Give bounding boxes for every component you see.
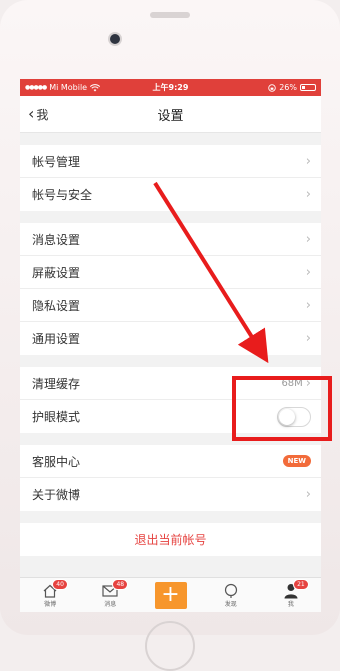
- row-label: 消息设置: [32, 232, 81, 247]
- row-label: 清理缓存: [32, 376, 81, 391]
- chevron-right-icon: ›: [305, 487, 311, 502]
- battery-icon: [300, 84, 316, 91]
- tab-messages[interactable]: 48 消息: [80, 578, 140, 612]
- chevron-right-icon: ›: [305, 297, 311, 313]
- eye-protection-toggle[interactable]: [277, 406, 311, 427]
- tab-compose[interactable]: +: [140, 578, 200, 612]
- new-badge: NEW: [282, 455, 311, 467]
- page-title: 设置: [157, 108, 184, 124]
- signal-strength-icon: ●●●●●: [25, 84, 47, 91]
- row-label: 帐号与安全: [32, 188, 93, 202]
- tab-label: 我: [287, 600, 294, 608]
- tab-label: 发现: [224, 600, 237, 608]
- battery-percent: 26%: [279, 83, 297, 92]
- phone-frame: ●●●●● Mi Mobile 上午9:29 26% ‹ 我 设置 帐号管理 ›…: [0, 0, 340, 671]
- settings-row-about[interactable]: 关于微博 ›: [20, 478, 321, 511]
- tab-me[interactable]: 21 我: [261, 578, 321, 612]
- tab-badge: 40: [52, 579, 69, 590]
- phone-screen: ●●●●● Mi Mobile 上午9:29 26% ‹ 我 设置 帐号管理 ›…: [20, 79, 321, 612]
- row-label: 关于微博: [32, 488, 81, 502]
- row-label: 隐私设置: [32, 298, 81, 313]
- home-button[interactable]: [145, 621, 195, 671]
- settings-row-clear-cache[interactable]: 清理缓存 68M ›: [20, 367, 321, 400]
- settings-row-privacy[interactable]: 隐私设置 ›: [20, 289, 321, 322]
- account-section: 帐号管理 › 帐号与安全 ›: [20, 145, 321, 211]
- chevron-right-icon: ›: [305, 264, 311, 280]
- toggle-knob: [279, 408, 295, 425]
- settings-row-account-management[interactable]: 帐号管理 ›: [20, 145, 321, 178]
- lock-rotation-icon: [268, 83, 276, 92]
- settings-row-account-security[interactable]: 帐号与安全 ›: [20, 178, 321, 211]
- tab-label: 微博: [44, 600, 57, 608]
- chevron-right-icon: ›: [305, 153, 311, 169]
- storage-section: 清理缓存 68M › 护眼模式: [20, 367, 321, 433]
- row-label: 护眼模式: [32, 410, 81, 424]
- chevron-right-icon: ›: [305, 187, 311, 202]
- tab-badge: 48: [112, 579, 129, 590]
- carrier-name: Mi Mobile: [49, 83, 88, 92]
- settings-row-customer-service[interactable]: 客服中心 NEW: [20, 445, 321, 478]
- chevron-right-icon: ›: [305, 375, 311, 391]
- tab-discover[interactable]: 发现: [201, 578, 261, 612]
- row-label: 客服中心: [32, 454, 81, 469]
- tab-badge: 21: [292, 579, 309, 590]
- back-button[interactable]: ‹ 我: [20, 106, 48, 123]
- battery-level: [302, 86, 305, 89]
- back-label: 我: [36, 107, 49, 122]
- wifi-icon: [90, 83, 101, 91]
- support-section: 客服中心 NEW 关于微博 ›: [20, 445, 321, 511]
- plus-icon: +: [154, 581, 187, 609]
- chevron-right-icon: ›: [305, 231, 311, 247]
- logout-button[interactable]: 退出当前帐号: [20, 523, 321, 556]
- settings-row-block[interactable]: 屏蔽设置 ›: [20, 256, 321, 289]
- chevron-left-icon: ‹: [28, 104, 35, 123]
- settings-row-message[interactable]: 消息设置 ›: [20, 223, 321, 256]
- tab-label: 消息: [104, 600, 117, 608]
- tab-bar: 40 微博 48 消息 + 发现 21 我: [20, 577, 321, 612]
- row-label: 屏蔽设置: [32, 265, 81, 280]
- chevron-right-icon: ›: [305, 331, 311, 346]
- search-icon: [223, 583, 239, 599]
- row-label: 通用设置: [32, 332, 81, 346]
- earpiece-speaker: [150, 12, 190, 18]
- tab-home[interactable]: 40 微博: [20, 578, 80, 612]
- preferences-section: 消息设置 › 屏蔽设置 › 隐私设置 › 通用设置 ›: [20, 223, 321, 355]
- row-label: 帐号管理: [32, 154, 81, 169]
- front-camera: [110, 34, 120, 44]
- cache-size-value: 68M: [281, 377, 303, 389]
- settings-row-general[interactable]: 通用设置 ›: [20, 322, 321, 355]
- settings-row-eye-protection: 护眼模式: [20, 400, 321, 433]
- navigation-bar: ‹ 我 设置: [20, 96, 321, 133]
- status-bar: ●●●●● Mi Mobile 上午9:29 26%: [20, 79, 321, 96]
